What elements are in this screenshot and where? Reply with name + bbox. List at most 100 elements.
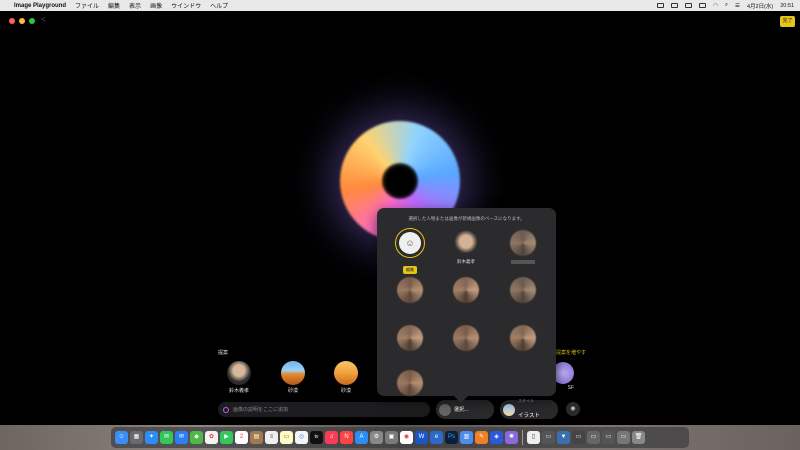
- mail-icon[interactable]: ✉: [175, 431, 188, 444]
- menu-bar: Image Playground ファイル 編集 表示 画像 ウインドウ ヘルプ…: [0, 0, 800, 11]
- safari-icon[interactable]: ✦: [145, 431, 158, 444]
- photos-icon[interactable]: ✿: [205, 431, 218, 444]
- popover-title: 選択した人物または画像が新規画像のベースになります。: [408, 216, 525, 221]
- style-button[interactable]: スタイル イラスト: [500, 398, 558, 419]
- folder-icon[interactable]: ▭: [542, 431, 555, 444]
- style-value: イラスト: [518, 412, 540, 419]
- settings-icon[interactable]: ⚙: [370, 431, 383, 444]
- back-button[interactable]: <: [41, 15, 46, 24]
- status-icon[interactable]: [671, 3, 679, 8]
- notes-app-icon[interactable]: ▤: [250, 431, 263, 444]
- image-playground-icon[interactable]: ✺: [505, 431, 518, 444]
- menu-image[interactable]: 画像: [150, 1, 162, 10]
- more-suggestions-button[interactable]: 提案を増やす: [556, 349, 586, 356]
- maps-icon[interactable]: ◆: [190, 431, 203, 444]
- close-button[interactable]: [9, 18, 15, 24]
- picker-item-selected[interactable]: ☺ 編集: [395, 228, 425, 276]
- calendar-icon[interactable]: 2: [235, 431, 248, 444]
- person-picker-popover: 選択した人物または画像が新規画像のベースになります。 ☺ 編集 鈴木義孝: [377, 208, 556, 396]
- edge-icon[interactable]: e: [430, 431, 443, 444]
- suggestion-desert[interactable]: 砂漠: [273, 361, 313, 394]
- person-name: 鈴木義孝: [457, 259, 475, 264]
- picker-item[interactable]: [508, 230, 538, 264]
- person-avatar: [453, 325, 479, 351]
- menu-app-name[interactable]: Image Playground: [14, 3, 66, 9]
- edit-face-icon: ☺: [399, 232, 421, 254]
- description-placeholder: 画像の説明をここに追加: [233, 407, 289, 413]
- person-avatar: [510, 325, 536, 351]
- app-icon[interactable]: ▥: [460, 431, 473, 444]
- window-controls: [9, 18, 35, 24]
- picker-item[interactable]: [451, 277, 481, 303]
- chrome-icon[interactable]: ◉: [400, 431, 413, 444]
- description-input[interactable]: 画像の説明をここに追加: [218, 402, 430, 417]
- minimize-button[interactable]: [19, 18, 25, 24]
- menubar-time[interactable]: 20:51: [780, 3, 794, 9]
- sparkle-icon: [223, 406, 229, 413]
- app-store-icon[interactable]: A: [355, 431, 368, 444]
- menu-file[interactable]: ファイル: [75, 1, 99, 10]
- menubar-date[interactable]: 4月2日(水): [747, 2, 773, 10]
- picker-item-person[interactable]: 鈴木義孝: [451, 230, 481, 265]
- person-avatar: [397, 277, 423, 303]
- search-icon[interactable]: ⌕: [725, 2, 728, 9]
- suggestion-label: 砂漠: [287, 388, 298, 394]
- trash-icon[interactable]: 🗑: [632, 431, 645, 444]
- window-thumbnail[interactable]: ▭: [602, 431, 615, 444]
- notes-icon[interactable]: ▭: [280, 431, 293, 444]
- control-center-icon[interactable]: ☰: [735, 3, 740, 9]
- status-icon[interactable]: [657, 3, 665, 8]
- picker-item[interactable]: [508, 325, 538, 351]
- suggestion-desert-2[interactable]: 砂漠: [326, 361, 366, 394]
- picker-item[interactable]: [451, 325, 481, 351]
- picker-item[interactable]: [395, 325, 425, 351]
- pencil-app-icon[interactable]: ✎: [475, 431, 488, 444]
- app-icon[interactable]: ▣: [385, 431, 398, 444]
- window-thumbnail[interactable]: ▭: [587, 431, 600, 444]
- suggestion-label: 鈴木義孝: [228, 388, 249, 394]
- menu-help[interactable]: ヘルプ: [210, 1, 228, 10]
- person-avatar: [453, 230, 479, 256]
- person-icon: [439, 403, 451, 416]
- desktop-wallpaper: ☺ ▦ ✦ ✉ ✉ ◆ ✿ ▶ 2 ▤ ≡ ▭ ◎ tv ♫ N A ⚙ ▣ ◉…: [0, 425, 800, 450]
- reminders-icon[interactable]: ≡: [265, 431, 278, 444]
- person-avatar: [227, 361, 251, 385]
- music-icon[interactable]: ♫: [325, 431, 338, 444]
- document-icon[interactable]: ▯: [527, 431, 540, 444]
- news-icon[interactable]: N: [340, 431, 353, 444]
- status-area: ◠ ⌕ ☰ 4月2日(水) 20:51: [657, 0, 794, 11]
- suggestion-person[interactable]: 鈴木義孝: [219, 361, 259, 394]
- person-avatar: [453, 277, 479, 303]
- facetime-icon[interactable]: ▶: [220, 431, 233, 444]
- person-name: [511, 260, 535, 264]
- menu-window[interactable]: ウインドウ: [171, 1, 201, 10]
- zoom-button[interactable]: [29, 18, 35, 24]
- person-avatar: [510, 277, 536, 303]
- photoshop-icon[interactable]: Ps: [445, 431, 458, 444]
- finder-icon[interactable]: ☺: [115, 431, 128, 444]
- menu-edit[interactable]: 編集: [108, 1, 120, 10]
- person-avatar: [397, 370, 423, 396]
- picker-item[interactable]: [395, 277, 425, 303]
- freeform-icon[interactable]: ◎: [295, 431, 308, 444]
- camera-icon[interactable]: ◉: [566, 402, 580, 416]
- launchpad-icon[interactable]: ▦: [130, 431, 143, 444]
- status-icon[interactable]: [699, 3, 707, 8]
- messages-icon[interactable]: ✉: [160, 431, 173, 444]
- tv-icon[interactable]: tv: [310, 431, 323, 444]
- person-select-button[interactable]: 選択...: [436, 400, 494, 419]
- app-icon[interactable]: ◈: [490, 431, 503, 444]
- picker-item[interactable]: [508, 277, 538, 303]
- menu-view[interactable]: 表示: [129, 1, 141, 10]
- edit-badge[interactable]: 編集: [403, 266, 417, 274]
- status-icon[interactable]: [685, 3, 693, 8]
- picker-item[interactable]: [395, 370, 425, 396]
- done-button[interactable]: 完了: [780, 16, 795, 27]
- window-thumbnail[interactable]: ▭: [572, 431, 585, 444]
- dock-separator: [522, 430, 523, 445]
- dock: ☺ ▦ ✦ ✉ ✉ ◆ ✿ ▶ 2 ▤ ≡ ▭ ◎ tv ♫ N A ⚙ ▣ ◉…: [111, 427, 689, 448]
- window-thumbnail[interactable]: ▭: [617, 431, 630, 444]
- word-icon[interactable]: W: [415, 431, 428, 444]
- wifi-icon[interactable]: ◠: [713, 3, 718, 9]
- download-folder-icon[interactable]: ▼: [557, 431, 570, 444]
